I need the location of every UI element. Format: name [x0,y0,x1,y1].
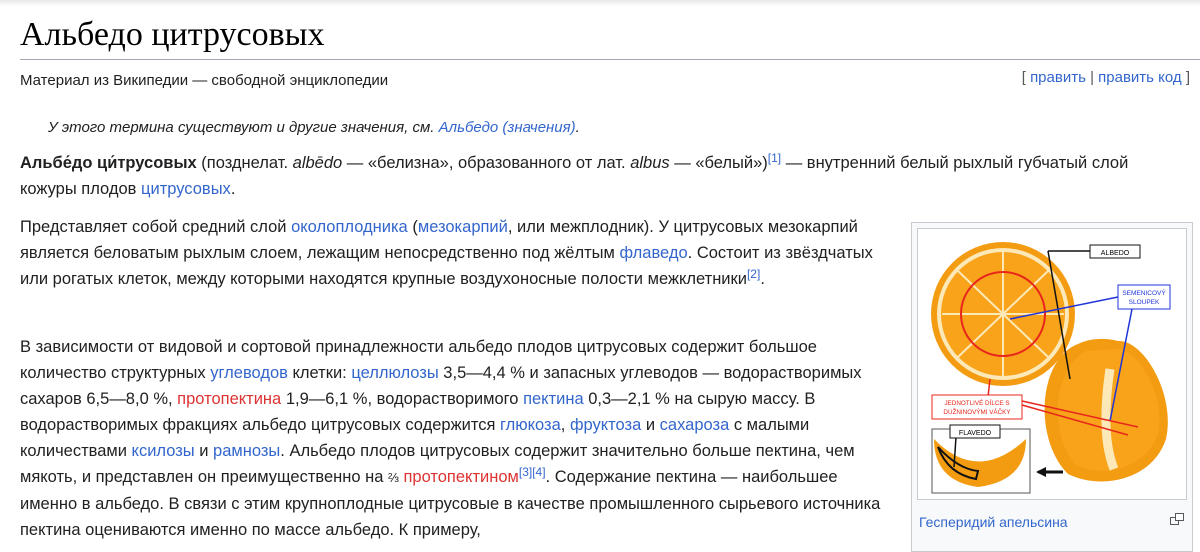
edit-links: [ править | править код ] [1021,69,1190,86]
latin-word: albus [630,154,670,172]
missing-article-link[interactable]: протопектином [403,468,518,486]
hatnote-end: . [575,119,580,136]
hatnote-link[interactable]: Альбедо (значения) [439,119,576,136]
inline-link[interactable]: флаведо [619,244,687,262]
page-title: Альбедо цитрусовых [20,16,325,53]
text: Представляет собой средний слой [20,218,292,236]
top-shadow [0,0,1200,6]
text: . [230,180,236,198]
text: — «белый») [669,154,768,172]
paragraph-structure: Представляет собой средний слой околопло… [20,214,890,292]
paragraph-intro: Альбе́до ци́трусовых (позднелат. albēdo … [20,150,1185,202]
hatnote: У этого термина существуют и другие знач… [48,119,580,136]
reference-link[interactable]: [4] [532,465,545,479]
inline-link[interactable]: фруктоза [570,416,641,434]
figure-thumbnail: ALBEDO SEMENICOVÝ SLOUPEK JEDNOTLIVÉ DÍL… [911,222,1193,552]
latin-word: albēdo [292,154,343,172]
text: — «белизна», образованного от лат. [342,154,631,172]
text: и [194,442,214,460]
text: ( [407,218,418,236]
missing-article-link[interactable]: протопектина [177,390,281,408]
text: и [641,416,660,434]
reference-link[interactable]: [2] [747,267,760,281]
edit-link[interactable]: править [1030,69,1086,86]
inline-link[interactable]: мезокарпий [418,218,508,236]
enlarge-icon[interactable] [1170,513,1184,525]
inline-link[interactable]: сахароза [660,416,730,434]
label-segments-2: DUŽNINOVÝMI VÁČKY [943,407,1011,416]
inline-link[interactable]: целлюлозы [351,364,438,382]
label-albedo: ALBEDO [1101,250,1130,257]
text: клетки: [287,364,352,382]
fraction: ⅔ [388,470,399,485]
label-segments-1: JEDNOTLIVÉ DÍLCE S [944,398,1009,407]
label-seminal-1: SEMENICOVÝ [1122,288,1166,297]
label-seminal-2: SLOUPEK [1129,299,1160,306]
arrow-head [1036,467,1046,477]
figure-image[interactable]: ALBEDO SEMENICOVÝ SLOUPEK JEDNOTLIVÉ DÍL… [917,228,1187,500]
reference-link[interactable]: [1] [768,151,781,165]
hatnote-text: У этого термина существуют и другие знач… [48,119,439,136]
orange-diagram: ALBEDO SEMENICOVÝ SLOUPEK JEDNOTLIVÉ DÍL… [931,242,1171,494]
term-bold: Альбе́до ци́трусовых [20,154,197,172]
text: (позднелат. [196,154,293,172]
page-subtitle: Материал из Википедии — свободной энцикл… [20,72,389,89]
inline-link[interactable]: околоплодника [291,218,408,236]
text: , [560,416,570,434]
edit-code-link[interactable]: править код [1098,69,1182,86]
inline-link[interactable]: ксилозы [132,442,195,460]
text: 1,9—6,1 %, водорастворимого [281,390,524,408]
inline-link[interactable]: углеводов [210,364,288,382]
paragraph-composition: В зависимости от видовой и сортовой прин… [20,334,890,543]
inline-link[interactable]: цитрусовых [141,180,231,198]
text: . [760,270,765,288]
inline-link[interactable]: глюкоза [500,416,561,434]
title-divider [20,59,1200,60]
label-flavedo: FLAVEDO [959,430,992,437]
figure-caption[interactable]: Гесперидий апельсина [919,514,1068,530]
inline-link[interactable]: пектина [523,390,584,408]
reference-link[interactable]: [3] [519,465,532,479]
inline-link[interactable]: рамнозы [213,442,280,460]
